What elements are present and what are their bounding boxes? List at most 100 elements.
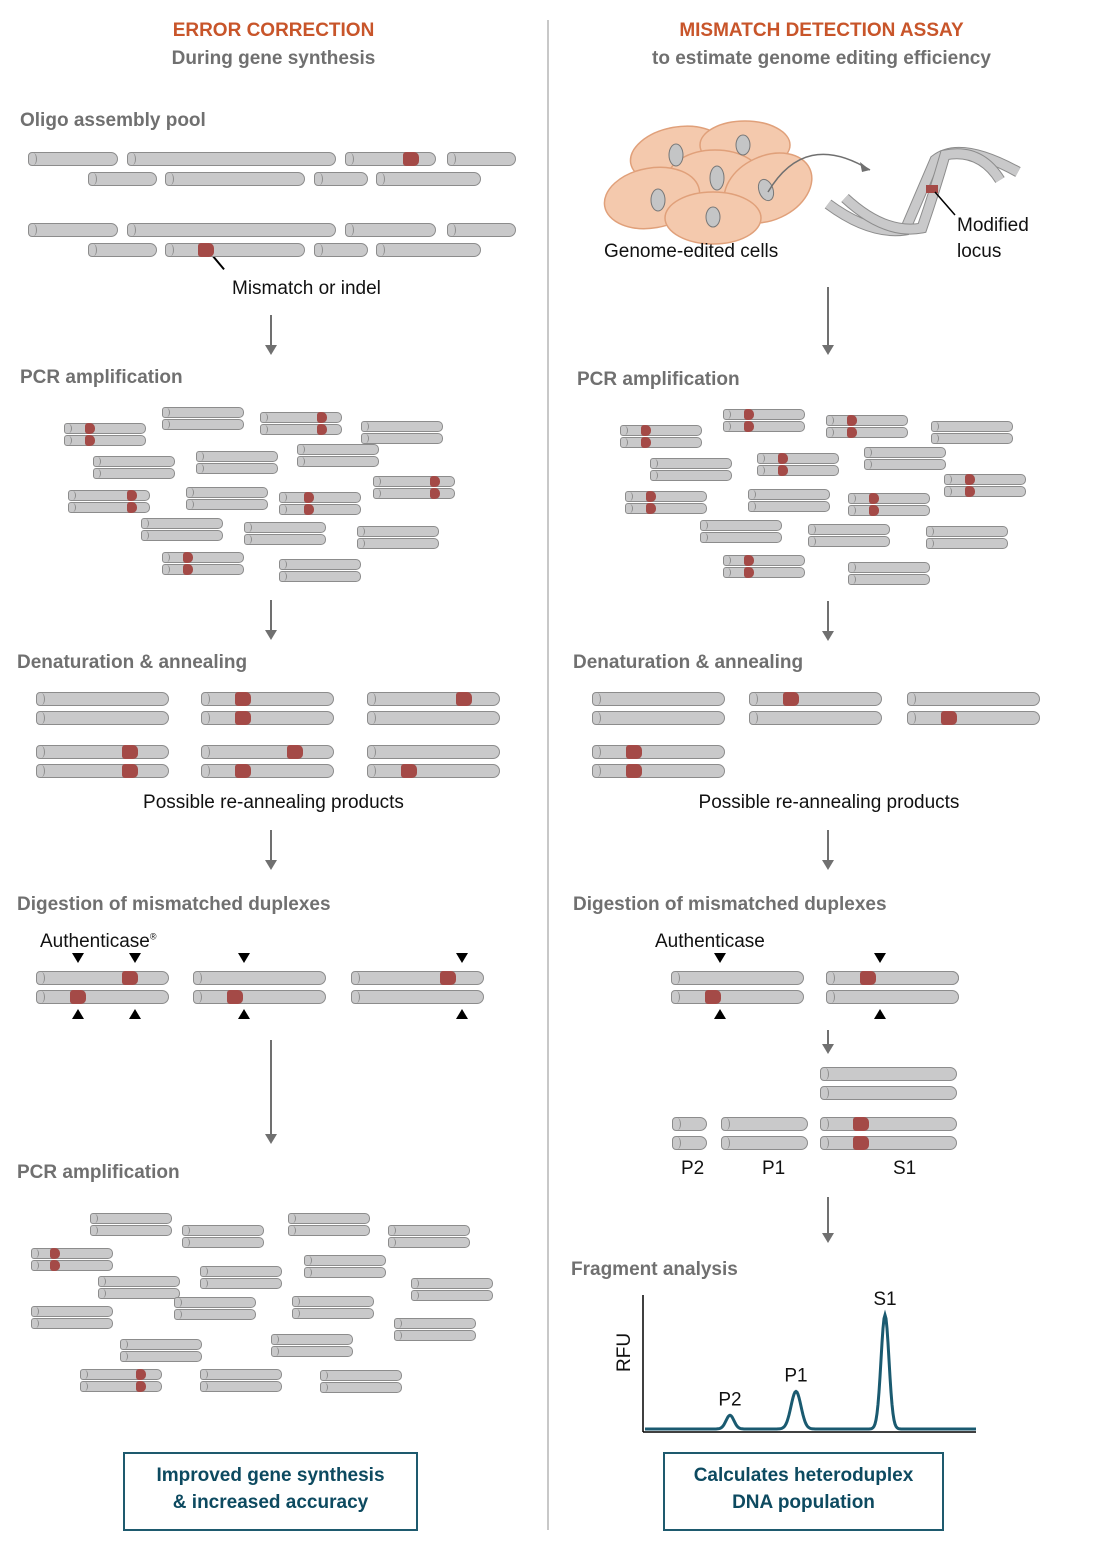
dna-strand xyxy=(367,692,500,706)
mismatch-marker xyxy=(869,505,879,516)
left-result-box: Improved gene synthesis & increased accu… xyxy=(123,1452,418,1531)
dna-strand xyxy=(279,571,361,582)
left-title: ERROR CORRECTION xyxy=(172,20,375,41)
mismatch-marker xyxy=(783,692,799,706)
dna-strand xyxy=(672,1117,707,1131)
dna-strand xyxy=(864,447,946,458)
mismatch-marker xyxy=(430,476,440,487)
peak-label-s1: S1 xyxy=(873,1290,896,1310)
dna-strand xyxy=(944,486,1026,497)
dna-strand xyxy=(80,1381,162,1392)
dna-strand xyxy=(127,152,336,166)
mismatch-marker xyxy=(122,745,138,759)
dna-strand xyxy=(28,223,118,237)
dna-strand xyxy=(376,243,481,257)
cut-site-up-icon xyxy=(72,1009,84,1019)
dna-strand xyxy=(88,243,157,257)
reannealing-label-right: Possible re-annealing products xyxy=(698,792,960,813)
dna-strand xyxy=(288,1225,370,1236)
mismatch-marker xyxy=(941,711,957,725)
cut-site-down-icon xyxy=(129,953,141,963)
dna-strand xyxy=(271,1346,353,1357)
dna-strand xyxy=(944,474,1026,485)
step-digestion-right: Digestion of mismatched duplexes xyxy=(573,894,887,915)
mismatch-marker xyxy=(227,990,243,1004)
mismatch-marker xyxy=(847,415,857,426)
mismatch-marker xyxy=(403,152,419,166)
dna-strand xyxy=(361,421,443,432)
dna-strand xyxy=(361,433,443,444)
dna-strand xyxy=(907,692,1040,706)
dna-strand xyxy=(193,990,326,1004)
arrow-down-icon xyxy=(265,830,277,870)
mismatch-marker xyxy=(85,435,95,446)
dna-strand xyxy=(201,745,334,759)
dna-strand xyxy=(165,172,305,186)
modified-locus-marker xyxy=(926,185,938,193)
dna-strand xyxy=(848,493,930,504)
enzyme-name: Authenticase xyxy=(40,931,150,952)
dna-strand xyxy=(200,1278,282,1289)
mismatch-marker xyxy=(646,503,656,514)
dna-strand xyxy=(926,538,1008,549)
dna-strand xyxy=(826,415,908,426)
dna-strand xyxy=(64,423,146,434)
dna-strand xyxy=(700,532,782,543)
dna-strand xyxy=(592,764,725,778)
dna-strand xyxy=(351,971,484,985)
dna-strand xyxy=(848,574,930,585)
dna-strand xyxy=(288,1213,370,1224)
dna-strand xyxy=(98,1276,180,1287)
mismatch-marker xyxy=(430,488,440,499)
dna-strand xyxy=(864,459,946,470)
dna-strand xyxy=(165,243,305,257)
cut-site-up-icon xyxy=(456,1009,468,1019)
dna-strand xyxy=(279,559,361,570)
result-line-2: & increased accuracy xyxy=(172,1492,369,1513)
dna-strand xyxy=(749,711,882,725)
dna-strand xyxy=(80,1369,162,1380)
right-title: MISMATCH DETECTION ASSAY xyxy=(679,20,964,41)
right-result-box: Calculates heteroduplex DNA population xyxy=(663,1452,944,1531)
mismatch-marker xyxy=(853,1136,869,1150)
step-denaturation-right: Denaturation & annealing xyxy=(573,652,804,673)
step-fragment-analysis: Fragment analysis xyxy=(571,1259,738,1280)
mismatch-marker xyxy=(641,425,651,436)
result-line-2: DNA population xyxy=(732,1492,875,1513)
result-line-1: Calculates heteroduplex xyxy=(693,1465,914,1486)
dna-strand xyxy=(64,435,146,446)
dna-strand xyxy=(625,503,707,514)
dna-strand xyxy=(292,1296,374,1307)
mismatch-marker xyxy=(287,745,303,759)
dna-strand xyxy=(848,505,930,516)
dna-strand xyxy=(367,764,500,778)
dna-strand xyxy=(367,711,500,725)
dna-strand xyxy=(93,456,175,467)
mismatch-marker xyxy=(778,453,788,464)
dna-strand xyxy=(98,1288,180,1299)
dna-strand xyxy=(592,692,725,706)
dna-strand xyxy=(721,1117,808,1131)
mismatch-marker xyxy=(122,971,138,985)
dna-strand xyxy=(592,745,725,759)
dna-strand xyxy=(90,1225,172,1236)
dna-strand xyxy=(244,522,326,533)
fragment-label-s1: S1 xyxy=(893,1158,917,1179)
dna-strand xyxy=(28,152,118,166)
dna-strand xyxy=(88,172,157,186)
arrow-down-icon xyxy=(822,287,834,355)
mismatch-marker xyxy=(744,567,754,578)
dna-strand xyxy=(757,453,839,464)
dna-strand xyxy=(671,971,804,985)
cut-site-up-icon xyxy=(874,1009,886,1019)
dna-strand xyxy=(201,692,334,706)
cut-site-up-icon xyxy=(129,1009,141,1019)
peak-label-p1: P1 xyxy=(784,1365,807,1386)
dna-strand xyxy=(926,526,1008,537)
dna-strand xyxy=(721,1136,808,1150)
mismatch-marker xyxy=(50,1260,60,1271)
dna-strand xyxy=(826,990,959,1004)
mismatch-marker xyxy=(869,493,879,504)
peak-label-p2: P2 xyxy=(718,1389,741,1410)
dna-strand xyxy=(90,1213,172,1224)
